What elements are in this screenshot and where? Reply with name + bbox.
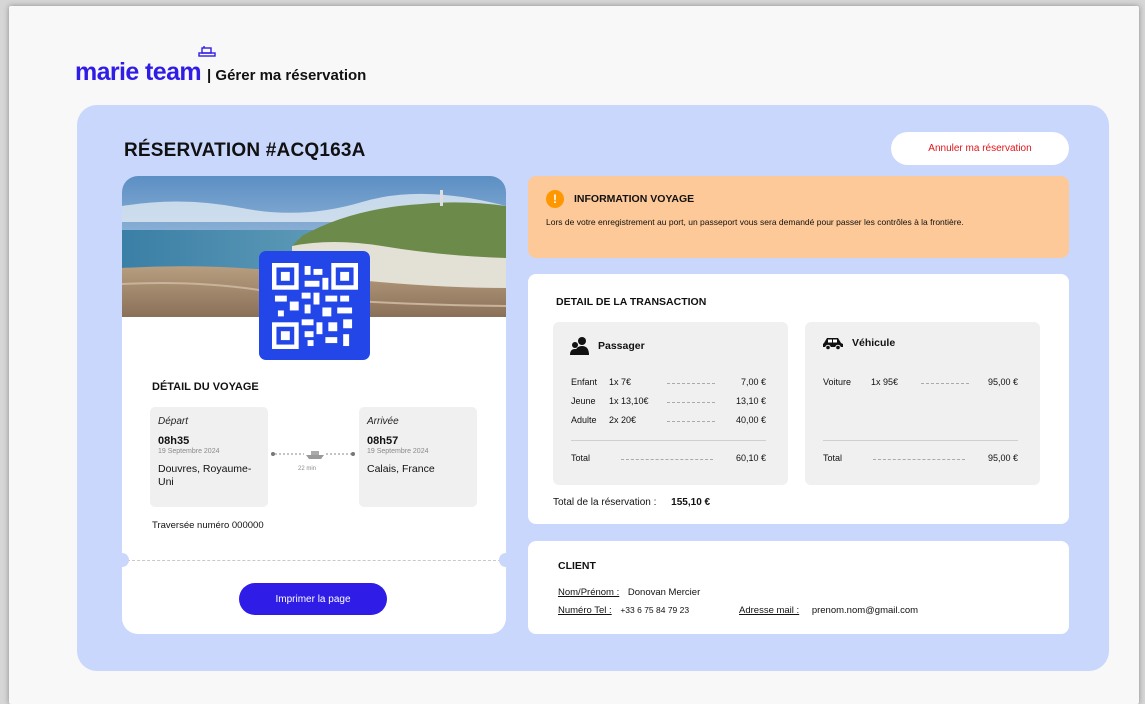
vehicle-total: 95,00 €	[987, 453, 1018, 463]
row-name: Voiture	[823, 377, 852, 387]
client-email[interactable]: prenom.nom@gmail.com	[812, 605, 918, 616]
travel-info-banner: ! INFORMATION VOYAGE Lors de votre enreg…	[528, 176, 1069, 258]
row-amount: 13,10 €	[735, 396, 766, 406]
route-connector: 22 min	[270, 440, 356, 480]
arrival-city: Calais, France	[367, 463, 435, 475]
departure-box: Départ 08h35 19 Septembre 2024 Douvres, …	[150, 407, 268, 507]
row-name: Jeune	[571, 396, 596, 406]
logo[interactable]: marie team	[75, 46, 216, 87]
car-icon	[823, 338, 843, 350]
arrival-date: 19 Septembre 2024	[367, 448, 429, 455]
row-dash	[621, 459, 713, 460]
vehicle-row: Voiture 1x 95€ 95,00 €	[823, 377, 1018, 391]
row-qty: 1x 7€	[609, 377, 632, 387]
passenger-icon	[570, 337, 589, 355]
ticket-notch-right	[499, 553, 506, 567]
ticket: DÉTAIL DU VOYAGE Départ 08h35 19 Septemb…	[122, 176, 506, 634]
ticket-notch-left	[122, 553, 129, 567]
row-dash	[873, 459, 965, 460]
row-name: Adulte	[571, 415, 597, 425]
warning-icon: !	[546, 190, 564, 208]
client-name-line: Nom/Prénom : Donovan Mercier	[558, 587, 700, 598]
row-amount: 7,00 €	[740, 377, 766, 387]
row-qty: 1x 13,10€	[609, 396, 649, 406]
brand-header: marie team | Gérer ma réservation	[75, 46, 367, 87]
ticket-tear-line	[122, 560, 506, 561]
vehicle-total-row: Total 95,00 €	[823, 453, 1018, 467]
reservation-total: Total de la réservation : 155,10 €	[553, 497, 710, 508]
travel-info-text: Lors de votre enregistrement au port, un…	[546, 217, 964, 227]
transaction-title: DETAIL DE LA TRANSACTION	[556, 296, 707, 308]
row-amount: 40,00 €	[735, 415, 766, 425]
passenger-total: 60,10 €	[735, 453, 766, 463]
total-label: Total	[571, 453, 591, 463]
row-dash	[667, 383, 715, 384]
page: marie team | Gérer ma réservation RÉSERV…	[9, 6, 1139, 704]
transaction-panel: DETAIL DE LA TRANSACTION Passager Enfant…	[528, 274, 1069, 524]
arrival-label: Arrivée	[367, 416, 399, 427]
reservation-title: RÉSERVATION #ACQ163A	[124, 140, 366, 161]
ship-icon	[198, 46, 216, 57]
print-page-button[interactable]: Imprimer la page	[239, 583, 387, 615]
client-phone-line: Numéro Tel : +33 6 75 84 79 23	[558, 605, 689, 616]
row-dash	[921, 383, 969, 384]
reservation-total-value: 155,10 €	[671, 497, 711, 508]
vehicle-title: Véhicule	[852, 337, 896, 349]
departure-label: Départ	[158, 416, 189, 427]
passenger-row: Adulte 2x 20€ 40,00 €	[571, 415, 766, 429]
departure-date: 19 Septembre 2024	[158, 448, 220, 455]
passenger-title: Passager	[598, 340, 645, 352]
passenger-box: Passager Enfant 1x 7€ 7,00 € Jeune 1x 13…	[553, 322, 788, 485]
arrival-box: Arrivée 08h57 19 Septembre 2024 Calais, …	[359, 407, 477, 507]
crossing-number: Traversée numéro 000000	[152, 520, 264, 531]
total-label: Total	[823, 453, 843, 463]
total-divider	[571, 440, 766, 441]
client-title: CLIENT	[558, 560, 596, 572]
row-dash	[667, 402, 715, 403]
qr-code[interactable]	[259, 251, 370, 360]
client-name: Donovan Mercier	[627, 587, 701, 598]
cancel-reservation-button[interactable]: Annuler ma réservation	[891, 132, 1069, 165]
client-panel: CLIENT Nom/Prénom : Donovan Mercier Numé…	[528, 541, 1069, 634]
email-label: Adresse mail :	[739, 605, 800, 616]
reservation-card: RÉSERVATION #ACQ163A Annuler ma réservat…	[77, 105, 1109, 671]
row-qty: 2x 20€	[609, 415, 637, 425]
total-divider	[823, 440, 1018, 441]
row-qty: 1x 95€	[871, 377, 899, 387]
page-subtitle: | Gérer ma réservation	[207, 67, 367, 84]
name-label: Nom/Prénom :	[558, 587, 620, 598]
row-dash	[667, 421, 715, 422]
trip-duration: 22 min	[298, 466, 317, 472]
vehicle-box: Véhicule Voiture 1x 95€ 95,00 € Total 95…	[805, 322, 1040, 485]
passenger-row: Enfant 1x 7€ 7,00 €	[571, 377, 766, 391]
qr-code-icon	[271, 262, 358, 349]
passenger-total-row: Total 60,10 €	[571, 453, 766, 467]
reservation-total-label: Total de la réservation :	[553, 497, 657, 508]
client-phone: +33 6 75 84 79 23	[620, 605, 690, 615]
departure-city: Douvres, Royaume-Uni	[158, 463, 252, 488]
ferry-route-icon	[271, 451, 355, 459]
travel-info-title: INFORMATION VOYAGE	[574, 193, 695, 205]
row-amount: 95,00 €	[987, 377, 1018, 387]
departure-time: 08h35	[158, 435, 190, 447]
phone-label: Numéro Tel :	[558, 605, 612, 616]
client-email-line: Adresse mail : prenom.nom@gmail.com	[739, 605, 918, 616]
trip-detail-title: DÉTAIL DU VOYAGE	[152, 381, 259, 393]
passenger-row: Jeune 1x 13,10€ 13,10 €	[571, 396, 766, 410]
arrival-time: 08h57	[367, 435, 399, 447]
row-name: Enfant	[571, 377, 598, 387]
